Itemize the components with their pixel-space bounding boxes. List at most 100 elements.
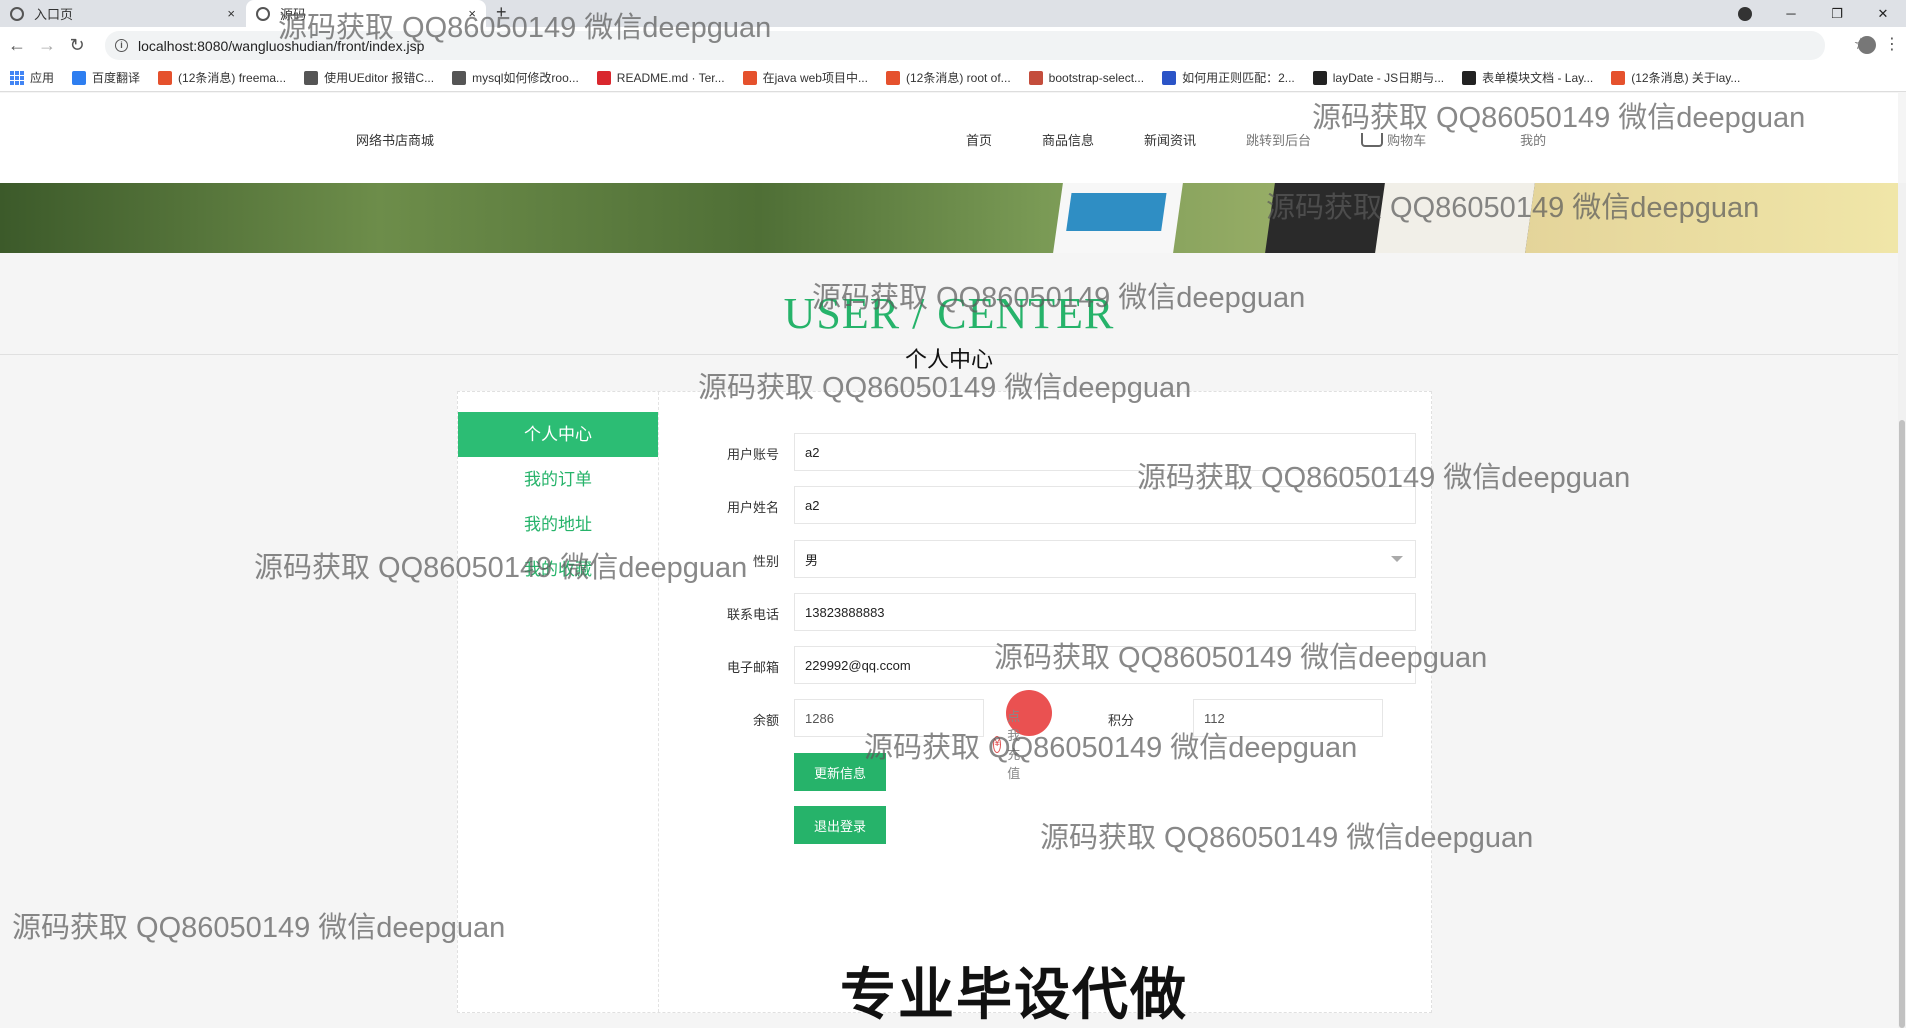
page-scrollbar-thumb[interactable] — [1899, 420, 1905, 1028]
tab-title: 入口页 — [34, 7, 74, 22]
gender-select[interactable]: 男 — [794, 540, 1416, 578]
new-tab-button[interactable]: + — [496, 2, 507, 23]
bookmark-item[interactable]: (12条消息) 关于lay... — [1611, 69, 1740, 86]
banner-image — [0, 183, 1898, 253]
url-bar[interactable]: i localhost:8080/wangluoshudian/front/in… — [105, 31, 1825, 60]
bookmark-item[interactable]: README.md · Ter... — [596, 70, 725, 85]
close-tab-icon[interactable]: × — [227, 6, 235, 21]
minimize-button[interactable]: ─ — [1768, 6, 1814, 21]
bookmark-label: 百度翻译 — [92, 71, 141, 85]
bookmark-item[interactable]: layDate - JS日期与... — [1312, 69, 1445, 86]
bookmark-item[interactable]: 如何用正则匹配：2... — [1162, 69, 1295, 86]
phone-field[interactable]: 13823888883 — [794, 593, 1416, 631]
nav-products[interactable]: 商品信息 — [1042, 130, 1094, 149]
points-label: 积分 — [1107, 713, 1134, 728]
bookmark-favicon-icon — [1312, 70, 1327, 85]
bookmark-label: mysql如何修改roo... — [472, 71, 579, 85]
restore-button[interactable]: ❐ — [1814, 6, 1860, 22]
banner-book — [1265, 183, 1535, 253]
nav-cart[interactable]: 购物车 — [1361, 130, 1476, 149]
back-icon[interactable]: ← — [4, 35, 30, 56]
user-center-title-cn: 个人中心 — [904, 347, 993, 372]
update-info-button[interactable]: 更新信息 — [794, 753, 886, 791]
bookmark-item[interactable]: bootstrap-select... — [1028, 70, 1145, 85]
bookmark-favicon-icon — [1611, 70, 1626, 85]
name-label: 用户姓名 — [726, 500, 779, 515]
window-controls: ─ ❐ ✕ — [1722, 0, 1906, 27]
gender-label: 性别 — [752, 554, 779, 569]
balance-field[interactable]: 1286 — [794, 699, 984, 737]
top-nav: 首页 商品信息 新闻资讯 跳转到后台 购物车 我的 — [966, 130, 1596, 149]
account-label: 用户账号 — [726, 447, 779, 462]
phone-label: 联系电话 — [726, 607, 779, 622]
chevron-down-icon — [1391, 556, 1403, 562]
bookmark-item[interactable]: (12条消息) freema... — [158, 69, 286, 86]
user-center-title-en: USER / CENTER — [783, 289, 1115, 338]
bookmark-label: 如何用正则匹配：2... — [1182, 71, 1295, 85]
bookmark-favicon-icon — [1028, 70, 1043, 85]
bookmark-favicon-icon — [742, 70, 757, 85]
globe-icon — [256, 6, 270, 21]
bookmark-label: 应用 — [30, 71, 55, 85]
bookmark-label: bootstrap-select... — [1048, 70, 1145, 85]
bookmark-item[interactable]: 在java web项目中... — [742, 69, 868, 86]
bookmark-label: 在java web项目中... — [762, 71, 868, 85]
email-field[interactable]: 229992@qq.ccom — [794, 646, 1416, 684]
bookmark-apps[interactable]: 应用 — [10, 69, 54, 86]
nav-mine[interactable]: 我的 — [1520, 130, 1546, 149]
bookmark-label: layDate - JS日期与... — [1332, 71, 1445, 85]
apps-grid-icon — [10, 70, 24, 85]
info-icon[interactable]: i — [115, 39, 128, 52]
recharge-label: 点我充值 — [1007, 709, 1021, 781]
name-field[interactable]: a2 — [794, 486, 1416, 524]
points-field[interactable]: 112 — [1193, 699, 1383, 737]
bookmark-label: 使用UEditor 报错C... — [324, 71, 435, 85]
bookmark-label: 表单模块文档 - Lay... — [1482, 71, 1594, 85]
bookmark-item[interactable]: 表单模块文档 - Lay... — [1462, 69, 1593, 86]
sidebar-item-profile[interactable]: 个人中心 — [458, 412, 658, 457]
logout-button[interactable]: 退出登录 — [794, 806, 886, 844]
watermark-text: 源码获取 QQ86050149 微信deepguan — [12, 912, 506, 944]
yen-icon: ¥ — [993, 735, 1002, 753]
account-field[interactable]: a2 — [794, 433, 1416, 471]
bookmark-item[interactable]: (12条消息) root of... — [885, 69, 1011, 86]
address-toolbar: ← → ↻ i localhost:8080/wangluoshudian/fr… — [0, 27, 1906, 64]
user-center-panel: 个人中心 我的订单 我的地址 我的收藏 用户账号 a2 用户姓名 a2 性别 男… — [457, 391, 1432, 1013]
sidebar-item-addresses[interactable]: 我的地址 — [458, 502, 658, 547]
recharge-link[interactable]: ¥ 点我充值 — [993, 706, 1029, 782]
forward-icon[interactable]: → — [34, 35, 60, 56]
bookmark-label: (12条消息) freema... — [178, 71, 287, 85]
site-logo[interactable]: 网络书店商城 — [356, 130, 434, 149]
sidebar-item-favorites[interactable]: 我的收藏 — [458, 547, 658, 592]
bookmark-favicon-icon — [72, 70, 87, 85]
bookmark-favicon-icon — [885, 70, 900, 85]
downloads-icon[interactable] — [1738, 6, 1752, 21]
browser-tab-active[interactable]: 源码 × — [246, 0, 486, 27]
bookmark-label: README.md · Ter... — [616, 70, 725, 85]
browser-tab-strip: 入口页 × 源码 × + ─ ❐ ✕ — [0, 0, 1906, 27]
tab-title: 源码 — [280, 7, 307, 22]
bookmarks-bar: 应用 百度翻译 (12条消息) freema... 使用UEditor 报错C... m… — [0, 64, 1906, 92]
bookmark-favicon-icon — [304, 70, 319, 85]
nav-home[interactable]: 首页 — [966, 130, 992, 149]
bookmark-item[interactable]: mysql如何修改roo... — [452, 69, 579, 86]
bookmark-favicon-icon — [1162, 70, 1177, 85]
user-sidebar: 个人中心 我的订单 我的地址 我的收藏 — [458, 392, 659, 1012]
bookmark-item[interactable]: 使用UEditor 报错C... — [304, 69, 434, 86]
url-text[interactable]: localhost:8080/wangluoshudian/front/inde… — [138, 38, 424, 54]
bookmark-item[interactable]: 百度翻译 — [72, 69, 140, 86]
reload-icon[interactable]: ↻ — [64, 35, 90, 56]
sidebar-item-orders[interactable]: 我的订单 — [458, 457, 658, 502]
close-tab-icon[interactable]: × — [468, 6, 476, 21]
profile-avatar-icon[interactable] — [1858, 36, 1876, 54]
bookmark-favicon-icon — [452, 70, 467, 85]
menu-kebab-icon[interactable]: ⋮ — [1884, 34, 1900, 54]
close-window-button[interactable]: ✕ — [1860, 6, 1906, 22]
bookmark-favicon-icon — [158, 70, 173, 85]
cart-icon — [1361, 133, 1384, 147]
bookmark-favicon-icon — [596, 70, 611, 85]
browser-tab-entry[interactable]: 入口页 × — [0, 0, 245, 27]
nav-admin[interactable]: 跳转到后台 — [1246, 130, 1311, 149]
nav-news[interactable]: 新闻资讯 — [1144, 130, 1196, 149]
site-header: 网络书店商城 首页 商品信息 新闻资讯 跳转到后台 购物车 我的 — [0, 93, 1898, 183]
